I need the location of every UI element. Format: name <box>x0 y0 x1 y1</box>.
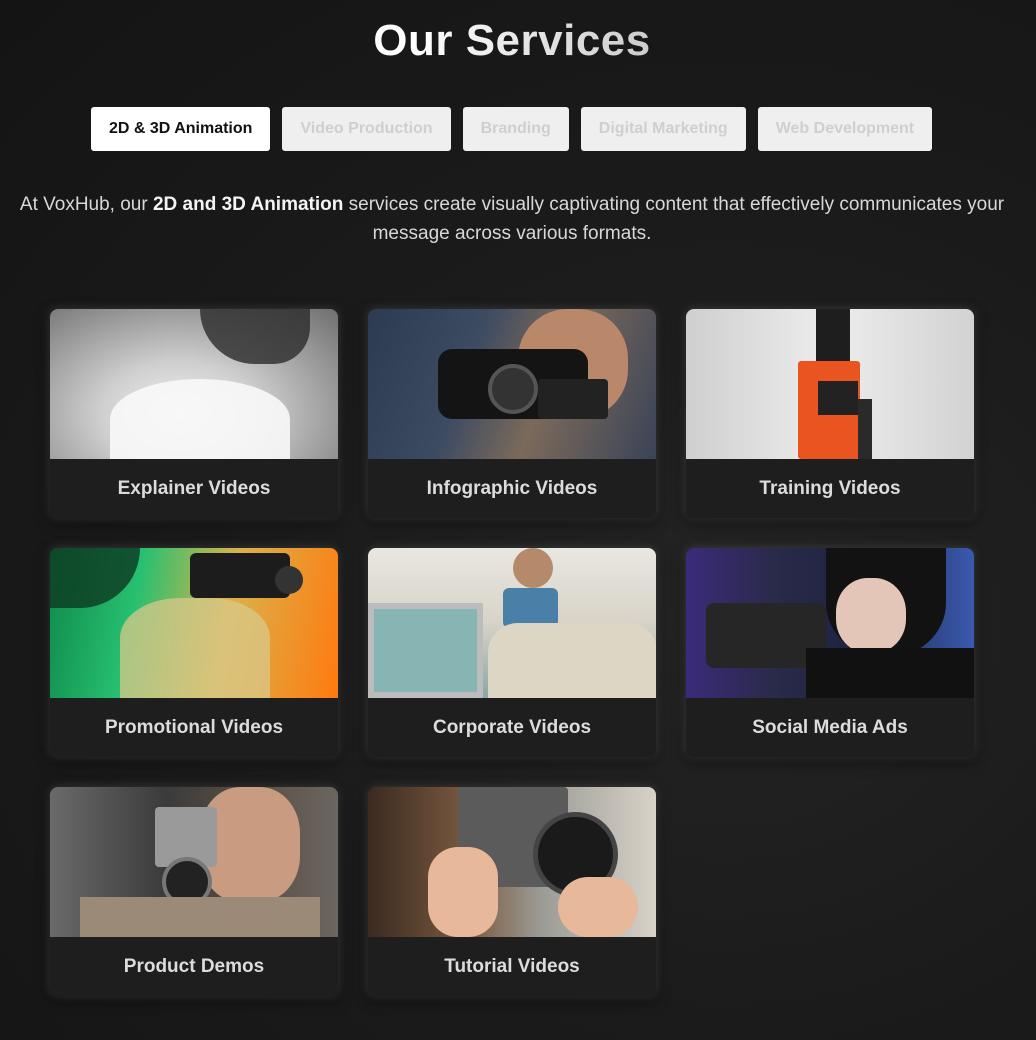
person-with-film-camera-photo <box>50 548 338 698</box>
service-card-explainer[interactable]: Explainer Videos <box>50 309 338 518</box>
card-label: Corporate Videos <box>368 698 656 757</box>
man-with-vintage-camera-photo <box>50 787 338 937</box>
services-grid: Explainer Videos Infographic Videos Trai… <box>50 309 974 996</box>
description-highlight: 2D and 3D Animation <box>152 194 344 215</box>
card-label: Training Videos <box>686 459 974 518</box>
description-text-1: At VoxHub, our <box>19 194 153 215</box>
tab-branding[interactable]: Branding <box>462 107 569 151</box>
orange-camera-photo <box>686 309 974 459</box>
card-label: Social Media Ads <box>686 698 974 757</box>
service-tabs: 2D & 3D Animation Video Production Brand… <box>91 107 933 151</box>
tab-2d-3d-animation[interactable]: 2D & 3D Animation <box>91 107 271 151</box>
card-label: Infographic Videos <box>368 459 656 518</box>
page-title: Our Services <box>0 16 1024 66</box>
tab-video-production[interactable]: Video Production <box>282 107 451 151</box>
service-card-product-demos[interactable]: Product Demos <box>50 787 338 996</box>
service-card-corporate[interactable]: Corporate Videos <box>368 548 656 757</box>
service-card-social-media[interactable]: Social Media Ads <box>686 548 974 757</box>
card-label: Promotional Videos <box>50 698 338 757</box>
service-card-tutorial[interactable]: Tutorial Videos <box>368 787 656 996</box>
man-with-camcorder-photo <box>368 309 656 459</box>
card-label: Tutorial Videos <box>368 937 656 996</box>
hands-with-camera-photo <box>368 787 656 937</box>
description-text-2: services create visually captivating con… <box>343 194 1005 244</box>
woman-bw-photo <box>50 309 338 459</box>
woman-with-video-camera-photo <box>686 548 974 698</box>
service-card-promotional[interactable]: Promotional Videos <box>50 548 338 757</box>
tab-digital-marketing[interactable]: Digital Marketing <box>580 107 746 151</box>
service-card-infographic[interactable]: Infographic Videos <box>368 309 656 518</box>
service-card-training[interactable]: Training Videos <box>686 309 974 518</box>
card-label: Product Demos <box>50 937 338 996</box>
service-description: At VoxHub, our 2D and 3D Animation servi… <box>0 190 1024 248</box>
tab-web-development[interactable]: Web Development <box>757 107 933 151</box>
card-label: Explainer Videos <box>50 459 338 518</box>
woman-with-tv-photo <box>368 548 656 698</box>
